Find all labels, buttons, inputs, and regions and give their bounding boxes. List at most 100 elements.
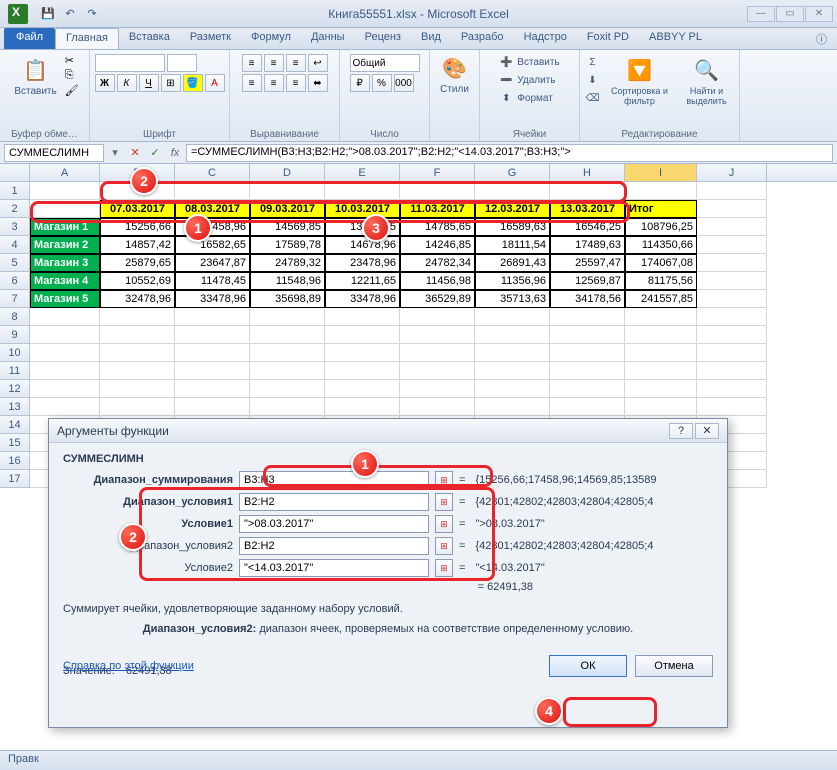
dialog-titlebar[interactable]: Аргументы функции ? ✕ <box>49 419 727 443</box>
row-header[interactable]: 11 <box>0 362 30 380</box>
format-painter-icon[interactable]: 🖌 <box>65 84 79 97</box>
merge-button[interactable]: ⬌ <box>308 74 328 92</box>
row-header[interactable]: 10 <box>0 344 30 362</box>
cell[interactable] <box>30 344 100 362</box>
cell[interactable] <box>697 254 767 272</box>
clear-button[interactable]: ⌫ <box>584 90 602 106</box>
cell[interactable] <box>100 380 175 398</box>
paste-button[interactable]: 📋 Вставить <box>10 54 60 99</box>
sum-cell[interactable]: 81175,56 <box>625 272 697 290</box>
percent-button[interactable]: % <box>372 74 392 92</box>
cell[interactable] <box>325 344 400 362</box>
cell[interactable] <box>550 308 625 326</box>
cell[interactable] <box>697 290 767 308</box>
cell[interactable] <box>400 380 475 398</box>
sum-cell[interactable]: 174067,08 <box>625 254 697 272</box>
cell[interactable] <box>250 182 325 200</box>
cell[interactable] <box>475 380 550 398</box>
italic-button[interactable]: К <box>117 74 137 92</box>
cell[interactable] <box>550 362 625 380</box>
cell[interactable] <box>100 398 175 416</box>
cell[interactable] <box>475 398 550 416</box>
cell[interactable] <box>30 200 100 218</box>
cell[interactable] <box>625 308 697 326</box>
cell[interactable] <box>175 380 250 398</box>
date-header-cell[interactable]: 07.03.2017 <box>100 200 175 218</box>
col-header[interactable]: G <box>475 164 550 181</box>
tab-review[interactable]: Реценз <box>355 28 411 49</box>
data-cell[interactable]: 14857,42 <box>100 236 175 254</box>
cell[interactable] <box>400 344 475 362</box>
col-header[interactable]: I <box>625 164 697 181</box>
align-bottom-button[interactable]: ≡ <box>286 54 306 72</box>
cell[interactable] <box>625 344 697 362</box>
range-picker-icon[interactable]: ⊞ <box>435 559 453 577</box>
data-cell[interactable]: 14785,65 <box>400 218 475 236</box>
date-header-cell[interactable]: 10.03.2017 <box>325 200 400 218</box>
undo-icon[interactable]: ↶ <box>62 6 78 22</box>
fill-button[interactable]: ⬇ <box>584 72 602 88</box>
accept-formula-icon[interactable]: ✓ <box>146 144 164 162</box>
range-picker-icon[interactable]: ⊞ <box>435 493 453 511</box>
cell[interactable] <box>100 362 175 380</box>
font-color-button[interactable]: A <box>205 74 225 92</box>
cell[interactable] <box>175 182 250 200</box>
styles-button[interactable]: 🎨 Стили <box>436 52 473 97</box>
cell[interactable] <box>475 362 550 380</box>
autosum-button[interactable]: Σ <box>584 54 602 70</box>
cancel-button[interactable]: Отмена <box>635 655 713 677</box>
cell[interactable] <box>625 182 697 200</box>
col-header[interactable]: H <box>550 164 625 181</box>
cell[interactable] <box>400 182 475 200</box>
col-header[interactable]: E <box>325 164 400 181</box>
formula-input[interactable]: =СУММЕСЛИМН(B3:H3;B2:H2;">08.03.2017";B2… <box>186 144 833 162</box>
bold-button[interactable]: Ж <box>95 74 115 92</box>
align-middle-button[interactable]: ≡ <box>264 54 284 72</box>
cell[interactable] <box>475 308 550 326</box>
cell[interactable] <box>250 326 325 344</box>
range-picker-icon[interactable]: ⊞ <box>435 537 453 555</box>
col-header[interactable]: C <box>175 164 250 181</box>
col-header[interactable]: J <box>697 164 767 181</box>
dialog-close-button[interactable]: ✕ <box>695 423 719 439</box>
tab-file[interactable]: Файл <box>4 28 55 49</box>
argument-input[interactable] <box>239 493 429 511</box>
cell[interactable] <box>697 308 767 326</box>
help-link[interactable]: Справка по этой функции <box>63 660 194 672</box>
sort-filter-button[interactable]: 🔽 Сортировка и фильтр <box>606 54 674 108</box>
cell[interactable] <box>175 344 250 362</box>
col-header[interactable]: B <box>100 164 175 181</box>
cell[interactable] <box>30 362 100 380</box>
sum-cell[interactable]: 241557,85 <box>625 290 697 308</box>
data-cell[interactable]: 10552,69 <box>100 272 175 290</box>
data-cell[interactable]: 25879,65 <box>100 254 175 272</box>
cell[interactable] <box>400 308 475 326</box>
data-cell[interactable]: 35713,63 <box>475 290 550 308</box>
save-icon[interactable]: 💾 <box>40 6 56 22</box>
shop-name-cell[interactable]: Магазин 4 <box>30 272 100 290</box>
comma-button[interactable]: 000 <box>394 74 414 92</box>
row-header[interactable]: 2 <box>0 200 30 218</box>
cell[interactable] <box>325 308 400 326</box>
cell[interactable] <box>550 344 625 362</box>
cell[interactable] <box>100 344 175 362</box>
align-right-button[interactable]: ≡ <box>286 74 306 92</box>
col-header[interactable]: D <box>250 164 325 181</box>
cell[interactable] <box>475 344 550 362</box>
ribbon-help-icon[interactable]: ⓘ <box>806 28 837 49</box>
number-format-select[interactable] <box>350 54 420 72</box>
cell[interactable] <box>250 308 325 326</box>
cell[interactable] <box>100 308 175 326</box>
argument-input[interactable] <box>239 471 429 489</box>
redo-icon[interactable]: ↷ <box>84 6 100 22</box>
minimize-button[interactable]: — <box>747 6 775 22</box>
shop-name-cell[interactable]: Магазин 1 <box>30 218 100 236</box>
row-header[interactable]: 15 <box>0 434 30 452</box>
data-cell[interactable]: 16589,63 <box>475 218 550 236</box>
find-select-button[interactable]: 🔍 Найти и выделить <box>678 54 736 108</box>
cell[interactable] <box>550 182 625 200</box>
currency-button[interactable]: ₽ <box>350 74 370 92</box>
row-header[interactable]: 8 <box>0 308 30 326</box>
shop-name-cell[interactable]: Магазин 3 <box>30 254 100 272</box>
cell[interactable] <box>400 398 475 416</box>
